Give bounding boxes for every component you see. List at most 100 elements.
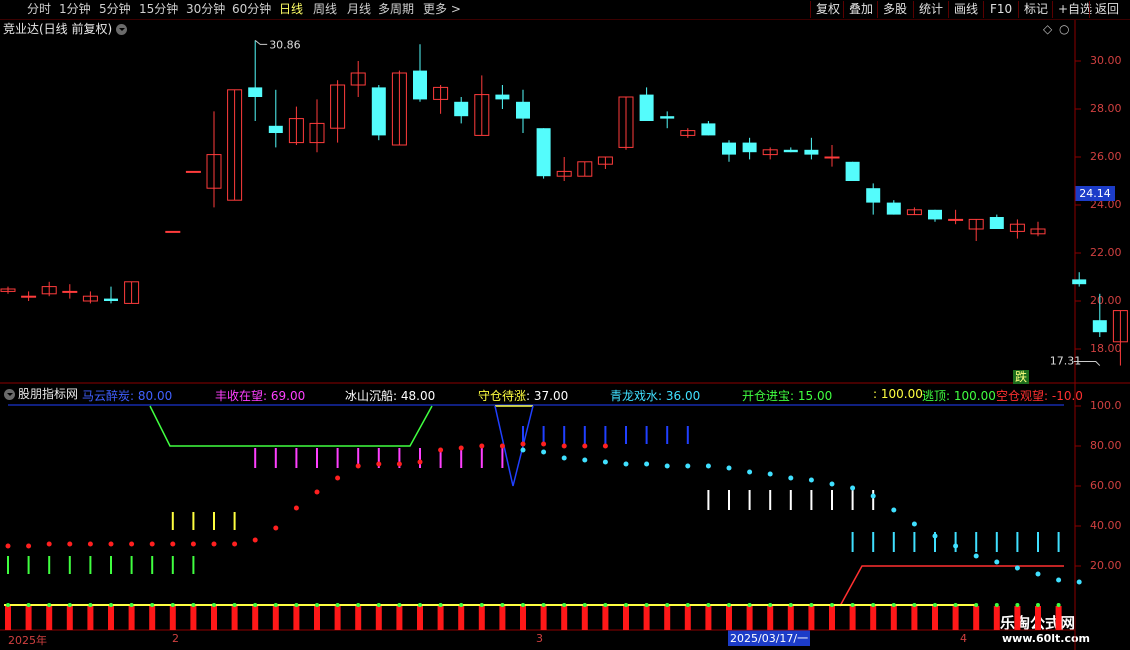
bottom-red-bar bbox=[664, 606, 671, 630]
bottom-red-bar bbox=[108, 606, 114, 630]
cyan-dot bbox=[870, 493, 876, 499]
high-price-label: 30.86 bbox=[269, 38, 301, 51]
baseline-dot bbox=[747, 603, 752, 607]
bottom-red-bar bbox=[561, 606, 568, 630]
baseline-dot bbox=[438, 603, 443, 607]
red-dot bbox=[211, 541, 217, 547]
baseline-dot bbox=[212, 603, 216, 607]
candle-body-down bbox=[742, 142, 757, 153]
candle-body-up bbox=[824, 156, 840, 159]
baseline-dot bbox=[953, 603, 958, 607]
baseline-dot bbox=[26, 603, 31, 607]
bottom-red-bar bbox=[870, 606, 877, 630]
red-dot bbox=[458, 445, 464, 451]
candle-body-up bbox=[948, 218, 964, 221]
red-dot bbox=[376, 461, 382, 467]
baseline-dot bbox=[170, 603, 175, 607]
baseline-dot bbox=[253, 603, 258, 607]
red-dot bbox=[396, 461, 402, 467]
bottom-red-bar bbox=[1035, 606, 1041, 630]
cyan-dot bbox=[994, 559, 1000, 565]
red-dot bbox=[170, 541, 176, 547]
baseline-dot bbox=[150, 603, 155, 607]
bottom-red-bar bbox=[520, 606, 526, 630]
red-dot bbox=[582, 443, 588, 449]
red-dot bbox=[438, 447, 444, 453]
red-dot bbox=[417, 459, 423, 465]
baseline-dot bbox=[1015, 603, 1020, 607]
cyan-dot bbox=[561, 455, 567, 461]
bottom-red-bar bbox=[1055, 606, 1062, 630]
candle-body-down bbox=[1092, 320, 1107, 333]
candle-body-up bbox=[21, 295, 37, 298]
baseline-dot bbox=[273, 603, 278, 607]
baseline-dot bbox=[356, 603, 361, 607]
bottom-red-bar bbox=[726, 606, 732, 630]
bottom-red-bar bbox=[190, 606, 197, 630]
candle-body-down bbox=[722, 142, 736, 155]
red-dot bbox=[129, 541, 135, 547]
baseline-dot bbox=[788, 603, 793, 607]
red-dot bbox=[252, 537, 258, 543]
red-dot bbox=[5, 543, 11, 549]
bottom-red-bar bbox=[375, 606, 382, 630]
cyan-dot bbox=[911, 521, 917, 527]
candle-body-down bbox=[1072, 279, 1087, 285]
red-dot bbox=[355, 463, 361, 469]
cyan-dot bbox=[829, 481, 835, 487]
cyan-dot bbox=[788, 475, 794, 481]
cyan-dot bbox=[602, 459, 608, 465]
baseline-dot bbox=[397, 603, 402, 607]
baseline-dot bbox=[47, 603, 52, 607]
bottom-red-bar bbox=[787, 606, 794, 630]
baseline-dot bbox=[500, 603, 505, 607]
cyan-dot bbox=[808, 477, 814, 483]
bottom-red-bar bbox=[231, 606, 238, 630]
baseline-dot bbox=[88, 603, 93, 607]
red-dot bbox=[520, 441, 526, 447]
sell-signal-text: 跌 bbox=[1015, 369, 1027, 384]
cyan-dot bbox=[747, 469, 753, 475]
bottom-red-bar bbox=[932, 606, 938, 630]
candle-body-up bbox=[185, 170, 201, 173]
baseline-dot bbox=[624, 603, 628, 607]
cyan-dot bbox=[705, 463, 711, 469]
candle-body-down bbox=[495, 94, 510, 100]
red-dot bbox=[149, 541, 155, 547]
baseline-dot bbox=[335, 603, 340, 607]
baseline-dot bbox=[974, 603, 979, 607]
baseline-dot bbox=[891, 603, 896, 607]
bottom-red-bar bbox=[417, 606, 423, 630]
bottom-red-bar bbox=[314, 606, 320, 630]
red-dot bbox=[314, 489, 320, 495]
red-dot bbox=[335, 475, 341, 481]
bottom-red-bar bbox=[684, 606, 691, 630]
baseline-dot bbox=[644, 603, 649, 607]
stock-chart[interactable]: 30.86 17.31 跌 bbox=[0, 0, 1130, 650]
cyan-dot bbox=[891, 507, 897, 513]
bottom-red-bar bbox=[478, 606, 485, 630]
red-dot bbox=[293, 505, 299, 511]
cyan-dot bbox=[1076, 579, 1082, 585]
bottom-red-bar bbox=[25, 606, 32, 630]
baseline-dot bbox=[562, 603, 567, 607]
bottom-red-bar bbox=[911, 606, 918, 630]
bottom-red-bar bbox=[623, 606, 629, 630]
baseline-dot bbox=[1056, 603, 1061, 607]
bottom-red-bar bbox=[602, 606, 609, 630]
bottom-red-bar bbox=[581, 606, 588, 630]
bottom-red-bar bbox=[705, 606, 712, 630]
cyan-dot bbox=[541, 449, 547, 455]
red-indicator-line bbox=[839, 565, 1064, 607]
high-marker-line bbox=[254, 39, 268, 45]
red-dot bbox=[232, 541, 238, 547]
candle-body-down bbox=[701, 123, 716, 136]
candle-body-down bbox=[783, 149, 798, 153]
baseline-dot bbox=[109, 603, 113, 607]
bottom-red-bar bbox=[437, 606, 444, 630]
red-dot bbox=[541, 441, 547, 447]
candle-body-up bbox=[165, 230, 181, 233]
bottom-red-bar bbox=[890, 606, 897, 630]
red-dot bbox=[561, 443, 567, 449]
cyan-dot bbox=[623, 461, 629, 467]
